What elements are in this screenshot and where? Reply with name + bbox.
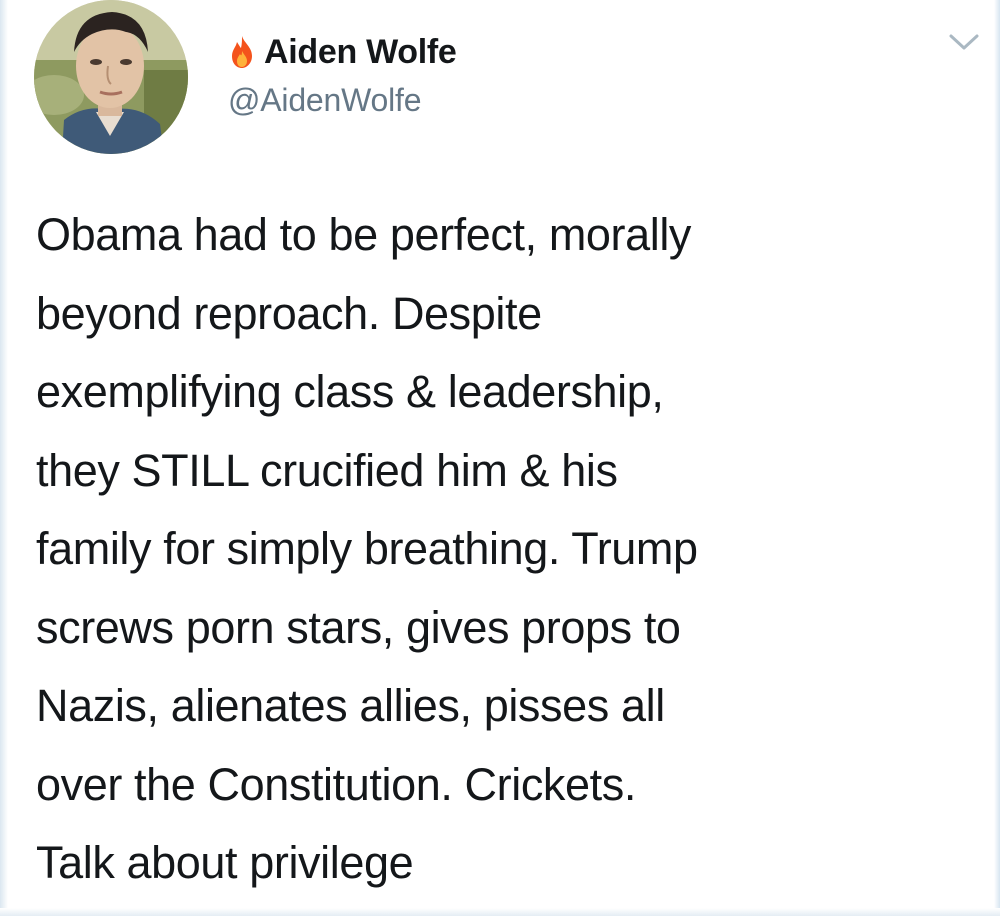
avatar[interactable] <box>34 0 188 154</box>
tweet-header: Aiden Wolfe @AidenWolfe <box>228 30 457 119</box>
fire-icon <box>228 35 256 69</box>
tweet-text-line: Nazis, alienates allies, pisses all <box>36 680 665 731</box>
user-handle[interactable]: @AidenWolfe <box>228 82 457 119</box>
tweet-text-line: over the Constitution. Crickets. <box>36 758 636 810</box>
profile-photo <box>34 0 188 154</box>
tweet-text: Obama had to be perfect, morally beyond … <box>36 196 976 903</box>
tweet-card: Aiden Wolfe @AidenWolfe Obama had to be … <box>0 0 1000 916</box>
tweet-text-line: Obama had to be perfect, morally <box>36 209 692 260</box>
display-name[interactable]: Aiden Wolfe <box>264 33 457 72</box>
chevron-down-icon[interactable] <box>947 30 981 54</box>
tweet-text-line: screws porn stars, gives props to <box>36 601 681 653</box>
tweet-text-line: family for simply breathing. Trump <box>36 523 698 574</box>
tweet-text-line: beyond reproach. Despite <box>36 287 542 339</box>
tweet-text-line: exemplifying class & leadership, <box>36 366 664 417</box>
name-row: Aiden Wolfe <box>228 30 457 74</box>
tweet-text-line: Talk about privilege <box>36 837 414 888</box>
tweet-text-line: they STILL crucified him & his <box>36 444 618 496</box>
